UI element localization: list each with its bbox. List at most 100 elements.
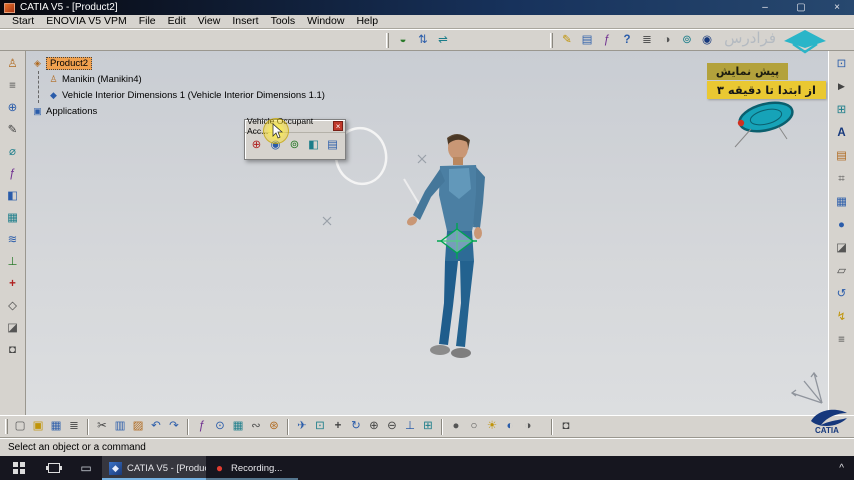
formula-icon[interactable]: ƒ — [598, 32, 616, 49]
tree-node-product2[interactable]: ◈ Product2 — [32, 55, 325, 71]
multi-view-icon[interactable]: ⊞ — [419, 418, 437, 435]
plane-diamond-icon[interactable]: ◇ — [4, 298, 22, 315]
menu-item-tools[interactable]: Tools — [265, 15, 302, 28]
view-compass[interactable] — [734, 98, 795, 148]
pencil-tool-icon[interactable]: ✎ — [558, 32, 576, 49]
tray-chevron-icon[interactable]: ^ — [839, 463, 844, 474]
menu-item-edit[interactable]: Edit — [162, 15, 192, 28]
window-zoom-icon[interactable]: ⊞ — [833, 102, 851, 119]
fill-color-icon[interactable]: ◧ — [4, 188, 22, 205]
knowledge-formula-icon[interactable]: ƒ — [4, 166, 22, 183]
layers-icon[interactable]: ≣ — [638, 32, 656, 49]
paste-icon[interactable]: ▨ — [129, 418, 147, 435]
print-icon[interactable]: ≣ — [65, 418, 83, 435]
lighting-icon[interactable]: ☀ — [483, 418, 501, 435]
swap-view-icon[interactable]: ⇅ — [414, 32, 432, 49]
zoom-in-icon[interactable]: ⊕ — [365, 418, 383, 435]
tree-node-label: Product2 — [46, 56, 93, 70]
diameter-icon[interactable]: ⌀ — [4, 144, 22, 161]
taskbar-task-catia[interactable]: ◆ CATIA V5 - [Produc... — [102, 456, 206, 480]
waves-icon[interactable]: ≋ — [4, 232, 22, 249]
fit-view-icon[interactable]: ⊡ — [833, 56, 851, 73]
copy-icon[interactable]: ▥ — [111, 418, 129, 435]
cut-icon[interactable]: ✂ — [93, 418, 111, 435]
contrast-icon[interactable]: ◑ — [658, 32, 676, 49]
hpoint-design-icon[interactable]: ⊕ — [248, 135, 265, 154]
toolbar-grip[interactable] — [386, 33, 389, 48]
menu-item-insert[interactable]: Insert — [226, 15, 264, 28]
constraint-icon[interactable]: ⊥ — [4, 254, 22, 271]
render-camera-icon[interactable]: ◘ — [4, 342, 22, 359]
vehicle-occupant-toolbar-title[interactable]: Vehicle Occupant Acc... × — [245, 116, 345, 136]
report-icon[interactable]: ▤ — [324, 135, 341, 154]
tree-node-manikin[interactable]: ♙ Manikin (Manikin4) — [48, 71, 325, 87]
mirror-vision-icon[interactable]: ◧ — [305, 135, 322, 154]
sphere-icon[interactable]: ● — [833, 217, 851, 234]
redo-icon[interactable]: ↷ — [165, 418, 183, 435]
tree-node-vehicle-interior[interactable]: ◆ Vehicle Interior Dimensions 1 (Vehicle… — [48, 87, 325, 103]
shaded-icon[interactable]: ● — [447, 418, 465, 435]
menu-item-enovia[interactable]: ENOVIA V5 VPM — [40, 15, 133, 28]
catalog-icon[interactable]: ▤ — [578, 32, 596, 49]
pan-icon[interactable]: + — [329, 418, 347, 435]
wireframe-icon[interactable]: ○ — [465, 418, 483, 435]
section-icon[interactable]: ◪ — [4, 320, 22, 337]
fly-mode-icon[interactable]: ✈ — [293, 418, 311, 435]
windows-logo-icon — [13, 462, 25, 474]
list-icon[interactable]: ≡ — [833, 332, 851, 349]
fit-all-icon[interactable]: ⊡ — [311, 418, 329, 435]
swap-visible-icon[interactable]: ◑ — [519, 418, 537, 435]
pointer-icon[interactable]: ► — [833, 79, 851, 96]
rotate-ccw-icon[interactable]: ↺ — [833, 286, 851, 303]
new-file-icon[interactable]: ▢ — [11, 418, 29, 435]
menu-item-help[interactable]: Help — [350, 15, 384, 28]
start-button[interactable] — [0, 456, 38, 480]
parameters-icon[interactable]: ⊛ — [265, 418, 283, 435]
help-icon[interactable]: ? — [618, 32, 636, 49]
measure-icon[interactable]: ⇌ — [434, 32, 452, 49]
axis-cross-icon[interactable]: + — [4, 276, 22, 293]
bolt-icon[interactable]: ↯ — [833, 309, 851, 326]
3d-viewport[interactable]: ◈ Product2 ♙ Manikin (Manikin4) ◆ Vehicl… — [26, 51, 828, 415]
grid-icon[interactable]: ▦ — [4, 210, 22, 227]
plane-icon[interactable]: ▱ — [833, 263, 851, 280]
toolbar-grip[interactable] — [550, 33, 553, 48]
formula-icon[interactable]: ƒ — [193, 418, 211, 435]
table-icon[interactable]: ▦ — [229, 418, 247, 435]
comment-icon[interactable]: ⊙ — [211, 418, 229, 435]
taskbar-task-recording[interactable]: ● Recording... — [206, 456, 298, 480]
annotation-text-icon[interactable]: A — [833, 125, 851, 142]
manikin-figure[interactable] — [405, 133, 485, 358]
open-folder-icon[interactable]: ▣ — [29, 418, 47, 435]
hide-show-icon[interactable]: ◐ — [501, 418, 519, 435]
menu-item-start[interactable]: Start — [6, 15, 40, 28]
menu-item-view[interactable]: View — [192, 15, 227, 28]
menu-item-file[interactable]: File — [133, 15, 162, 28]
section-cut-icon[interactable]: ◪ — [833, 240, 851, 257]
task-view-button[interactable] — [38, 456, 70, 480]
zoom-out-icon[interactable]: ⊖ — [383, 418, 401, 435]
globe-icon[interactable]: ⊕ — [4, 100, 22, 117]
rotate-view-icon[interactable]: ↻ — [347, 418, 365, 435]
undo-icon[interactable]: ↶ — [147, 418, 165, 435]
apply-material-icon[interactable]: ◒ — [394, 32, 412, 49]
manikin-icon[interactable]: ♙ — [4, 56, 22, 73]
vehicle-occupant-toolbar[interactable]: Vehicle Occupant Acc... × ⊕ ◉ ⊚ ◧ ▤ — [244, 116, 346, 160]
link-icon[interactable]: ∾ — [247, 418, 265, 435]
mesh-icon[interactable]: ▦ — [833, 194, 851, 211]
camera-icon[interactable]: ◘ — [557, 418, 575, 435]
pinned-app-button[interactable]: ▭ — [70, 456, 102, 480]
restore-button[interactable]: ▢ — [794, 1, 808, 14]
measure-grid-icon[interactable]: ⌗ — [833, 171, 851, 188]
sketch-pencil-icon[interactable]: ✎ — [4, 122, 22, 139]
close-icon[interactable]: × — [333, 121, 343, 131]
menu-item-window[interactable]: Window — [301, 15, 350, 28]
minimize-button[interactable]: – — [758, 1, 772, 14]
structure-tree-icon[interactable]: ≡ — [4, 78, 22, 95]
clipboard-icon[interactable]: ▤ — [833, 148, 851, 165]
eyellipse-icon[interactable]: ⊚ — [286, 135, 303, 154]
toolbar-grip[interactable] — [5, 419, 8, 434]
normal-view-icon[interactable]: ⊥ — [401, 418, 419, 435]
save-icon[interactable]: ▦ — [47, 418, 65, 435]
close-button[interactable]: × — [830, 1, 844, 14]
